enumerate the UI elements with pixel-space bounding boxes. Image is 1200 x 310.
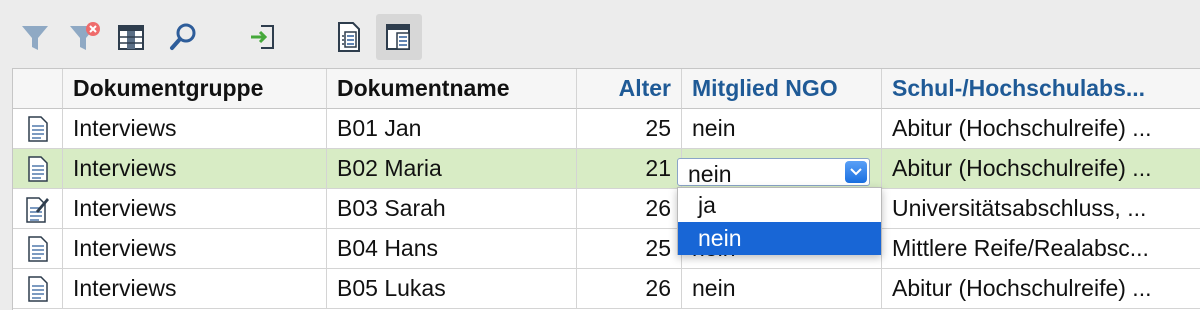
column-header-icon	[13, 69, 63, 109]
table-header: Dokumentgruppe Dokumentname Alter Mitgli…	[13, 69, 1200, 109]
cell-alter[interactable]: 21	[577, 149, 682, 189]
cell-alter[interactable]: 26	[577, 189, 682, 229]
document-list-button[interactable]	[326, 14, 372, 60]
cell-dokumentname[interactable]: B02 Maria	[327, 149, 577, 189]
search-icon	[170, 23, 196, 50]
columns-button[interactable]	[108, 14, 154, 60]
option-ja[interactable]: ja	[678, 189, 881, 222]
table-row[interactable]: Interviews B01 Jan 25 nein Abitur (Hochs…	[13, 109, 1200, 149]
column-header-mitglied-ngo[interactable]: Mitglied NGO	[682, 69, 882, 109]
document-icon	[27, 275, 48, 302]
remove-filter-button[interactable]	[60, 14, 106, 60]
document-variables-table: Dokumentgruppe Dokumentname Alter Mitgli…	[12, 68, 1200, 310]
cell-alter[interactable]: 25	[577, 229, 682, 269]
cell-dokumentname[interactable]: B01 Jan	[327, 109, 577, 149]
cell-schulabschluss[interactable]: Abitur (Hochschulreife) ...	[882, 109, 1200, 149]
filter-remove-icon	[70, 22, 100, 50]
cell-mitglied-ngo[interactable]: nein	[682, 269, 882, 309]
table-row[interactable]: Interviews B05 Lukas 26 nein Abitur (Hoc…	[13, 269, 1200, 309]
cell-dokumentgruppe[interactable]: Interviews	[63, 189, 327, 229]
document-edit-icon	[25, 196, 49, 223]
column-header-schulabschluss[interactable]: Schul-/Hochschulabs...	[882, 69, 1200, 109]
filter-icon	[22, 26, 48, 50]
import-button[interactable]	[240, 14, 286, 60]
cell-dokumentgruppe[interactable]: Interviews	[63, 109, 327, 149]
cell-schulabschluss[interactable]: Abitur (Hochschulreife) ...	[882, 269, 1200, 309]
cell-schulabschluss[interactable]: Abitur (Hochschulreife) ...	[882, 149, 1200, 189]
toolbar	[0, 0, 1200, 68]
cell-mitglied-ngo[interactable]: nein	[682, 109, 882, 149]
document-list-icon	[338, 22, 360, 52]
combobox-value: nein	[688, 161, 732, 187]
column-header-dokumentname[interactable]: Dokumentname	[327, 69, 577, 109]
cell-alter[interactable]: 25	[577, 109, 682, 149]
column-header-alter[interactable]: Alter	[577, 69, 682, 109]
document-icon	[27, 115, 48, 142]
columns-icon	[118, 25, 144, 50]
cell-schulabschluss[interactable]: Mittlere Reife/Realabsc...	[882, 229, 1200, 269]
table-row[interactable]: Interviews B03 Sarah 26 Universitätsabsc…	[13, 189, 1200, 229]
mitglied-ngo-options: ja nein	[677, 187, 882, 255]
import-icon	[251, 25, 274, 49]
search-button[interactable]	[160, 14, 206, 60]
document-icon	[27, 235, 48, 262]
document-table-icon	[386, 24, 410, 50]
cell-dokumentgruppe[interactable]: Interviews	[63, 269, 327, 309]
option-nein[interactable]: nein	[678, 222, 881, 255]
mitglied-ngo-combobox[interactable]: nein	[677, 158, 870, 187]
cell-schulabschluss[interactable]: Universitätsabschluss, ...	[882, 189, 1200, 229]
cell-dokumentname[interactable]: B05 Lukas	[327, 269, 577, 309]
column-header-dokumentgruppe[interactable]: Dokumentgruppe	[63, 69, 327, 109]
table-row[interactable]: Interviews B04 Hans 25 nein Mittlere Rei…	[13, 229, 1200, 269]
cell-alter[interactable]: 26	[577, 269, 682, 309]
cell-dokumentname[interactable]: B03 Sarah	[327, 189, 577, 229]
document-icon	[27, 155, 48, 182]
cell-dokumentgruppe[interactable]: Interviews	[63, 149, 327, 189]
filter-button[interactable]	[12, 14, 58, 60]
cell-dokumentname[interactable]: B04 Hans	[327, 229, 577, 269]
chevron-down-icon[interactable]	[845, 161, 867, 183]
table-row-selected[interactable]: Interviews B02 Maria 21 Abitur (Hochschu…	[13, 149, 1200, 189]
cell-dokumentgruppe[interactable]: Interviews	[63, 229, 327, 269]
document-table-button[interactable]	[376, 14, 422, 60]
